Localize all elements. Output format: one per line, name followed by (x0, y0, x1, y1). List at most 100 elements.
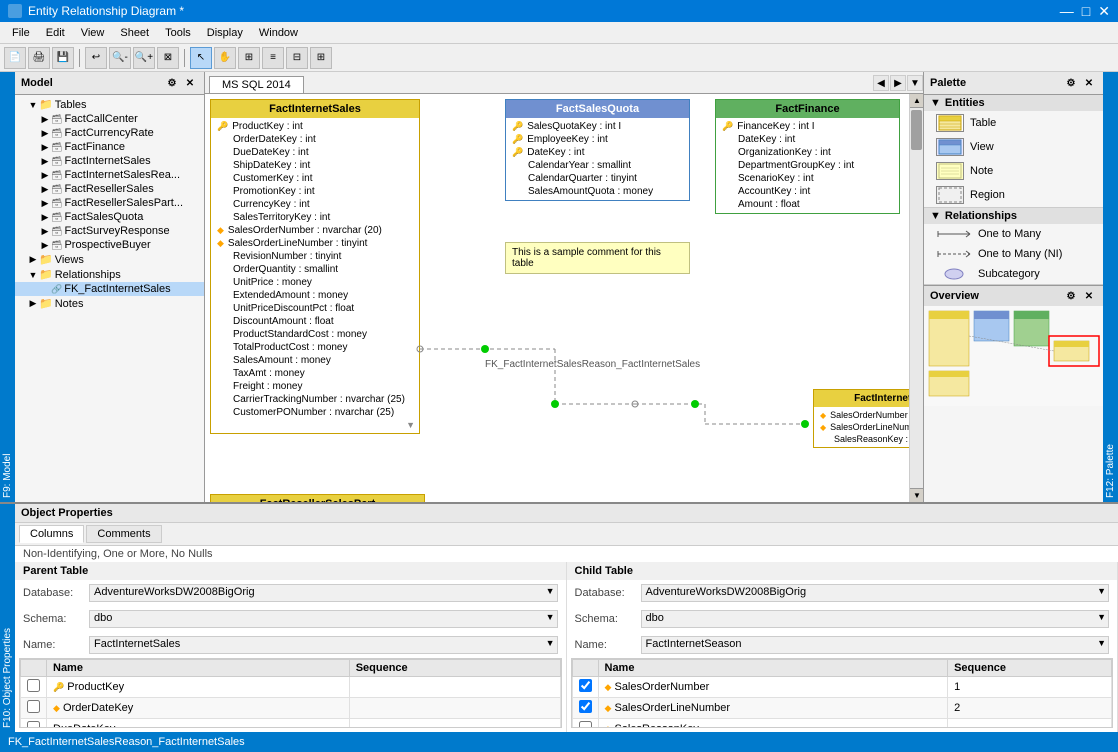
parent-schema-value[interactable]: dbo ▼ (89, 610, 558, 628)
tree-factresellersales[interactable]: ▶ 🗃 FactResellerSales (15, 182, 204, 196)
factinternetsales-expand[interactable]: ▶ (39, 156, 51, 167)
tree-factinternetsales[interactable]: ▶ 🗃 FactInternetSales (15, 154, 204, 168)
palette-settings-btn[interactable]: ⚙ (1063, 75, 1079, 91)
tree-factresellersalespart[interactable]: ▶ 🗃 FactResellerSalesPart... (15, 196, 204, 210)
f9-label[interactable]: F9: Model (0, 72, 15, 502)
factinternetsalesrea-expand[interactable]: ▶ (39, 170, 51, 181)
tree-factcallcenter[interactable]: ▶ 🗃 FactCallCenter (15, 112, 204, 126)
palette-item-note[interactable]: Note (924, 159, 1103, 183)
tree-factsurveyresponse[interactable]: ▶ 🗃 FactSurveyResponse (15, 224, 204, 238)
views-expand-icon[interactable]: ▶ (27, 254, 39, 265)
palette-item-onetomany[interactable]: One to Many (924, 224, 1103, 244)
parent-db-value[interactable]: AdventureWorksDW2008BigOrig ▼ (89, 584, 558, 602)
toolbar-print[interactable]: 🖨 (28, 47, 50, 69)
model-settings-btn[interactable]: ⚙ (164, 75, 180, 91)
scroll-down-btn[interactable]: ▼ (910, 488, 923, 502)
check-cell[interactable] (572, 719, 598, 729)
overview-canvas[interactable] (924, 306, 1103, 406)
prospectivebuyer-expand[interactable]: ▶ (39, 240, 51, 251)
toolbar-pan[interactable]: ✋ (214, 47, 236, 69)
close-button[interactable]: ✕ (1098, 3, 1110, 20)
factresellersalespart-expand[interactable]: ▶ (39, 198, 51, 209)
toolbar-select[interactable]: ↖ (190, 47, 212, 69)
toolbar-distribute[interactable]: ⊟ (286, 47, 308, 69)
check-cell[interactable] (21, 677, 47, 698)
factsalesquota-expand[interactable]: ▶ (39, 212, 51, 223)
toolbar-zoom-fit[interactable]: ⊠ (157, 47, 179, 69)
menu-view[interactable]: View (73, 25, 113, 41)
checkbox-checked[interactable] (579, 700, 592, 713)
check-cell[interactable] (21, 719, 47, 729)
menu-window[interactable]: Window (251, 25, 306, 41)
scroll-up-btn[interactable]: ▲ (910, 94, 923, 108)
child-schema-value[interactable]: dbo ▼ (641, 610, 1110, 628)
tab-nav-menu[interactable]: ▼ (907, 75, 923, 91)
factfinance-expand[interactable]: ▶ (39, 142, 51, 153)
diagram-scrollbar[interactable]: ▲ ▼ (909, 94, 923, 502)
tab-ms-sql-2014[interactable]: MS SQL 2014 (209, 76, 304, 93)
checkbox[interactable] (579, 721, 592, 728)
menu-file[interactable]: File (4, 25, 38, 41)
tree-views-group[interactable]: ▶ 📁 Views (15, 252, 204, 267)
erd-table-factinternetsales[interactable]: FactInternetSales 🔑ProductKey : int Orde… (210, 99, 420, 434)
overview-settings-btn[interactable]: ⚙ (1063, 288, 1079, 304)
tree-notes-group[interactable]: ▶ 📁 Notes (15, 296, 204, 311)
child-db-value[interactable]: AdventureWorksDW2008BigOrig ▼ (641, 584, 1110, 602)
parent-name-value[interactable]: FactInternetSales ▼ (89, 636, 558, 654)
toolbar-grid[interactable]: ⊞ (238, 47, 260, 69)
palette-item-region[interactable]: Region (924, 183, 1103, 207)
tree-factinternetsalesrea[interactable]: ▶ 🗃 FactInternetSalesRea... (15, 168, 204, 182)
palette-item-view[interactable]: View (924, 135, 1103, 159)
overview-close-btn[interactable]: ✕ (1081, 288, 1097, 304)
toolbar-save[interactable]: 💾 (52, 47, 74, 69)
palette-item-onetomany-ni[interactable]: One to Many (NI) (924, 244, 1103, 264)
tree-factsalesquota[interactable]: ▶ 🗃 FactSalesQuota (15, 210, 204, 224)
props-tab-comments[interactable]: Comments (86, 525, 161, 543)
toolbar-new[interactable]: 📄 (4, 47, 26, 69)
tree-tables-group[interactable]: ▼ 📁 Tables (15, 97, 204, 112)
minimize-button[interactable]: — (1060, 3, 1074, 20)
checkbox[interactable] (27, 721, 40, 728)
toolbar-undo[interactable]: ↩ (85, 47, 107, 69)
tree-prospectivebuyer[interactable]: ▶ 🗃 ProspectiveBuyer (15, 238, 204, 252)
maximize-button[interactable]: □ (1082, 3, 1090, 20)
props-tab-columns[interactable]: Columns (19, 525, 84, 543)
tree-factcurrencyrate[interactable]: ▶ 🗃 FactCurrencyRate (15, 126, 204, 140)
tree-fk-factinternetsales[interactable]: 🔗 FK_FactInternetSales (15, 282, 204, 296)
factcallcenter-expand[interactable]: ▶ (39, 114, 51, 125)
diagram-canvas[interactable]: FactInternetSales 🔑ProductKey : int Orde… (205, 94, 923, 502)
factresellersales-expand[interactable]: ▶ (39, 184, 51, 195)
check-cell[interactable] (572, 698, 598, 719)
factcurrencyrate-expand[interactable]: ▶ (39, 128, 51, 139)
toolbar-zoom-out[interactable]: 🔍- (109, 47, 131, 69)
check-cell[interactable] (572, 677, 598, 698)
child-name-value[interactable]: FactInternetSeason ▼ (641, 636, 1110, 654)
f10-label[interactable]: F10: Object Properties (0, 504, 15, 732)
menu-edit[interactable]: Edit (38, 25, 73, 41)
tables-expand-icon[interactable]: ▼ (27, 100, 39, 110)
checkbox-checked[interactable] (579, 679, 592, 692)
menu-tools[interactable]: Tools (157, 25, 199, 41)
tree-factfinance[interactable]: ▶ 🗃 FactFinance (15, 140, 204, 154)
tab-nav-right[interactable]: ▶ (890, 75, 906, 91)
palette-close-btn[interactable]: ✕ (1081, 75, 1097, 91)
notes-expand-icon[interactable]: ▶ (27, 298, 39, 309)
tree-relationships-group[interactable]: ▼ 📁 Relationships (15, 267, 204, 282)
menu-sheet[interactable]: Sheet (112, 25, 157, 41)
palette-item-subcategory[interactable]: Subcategory (924, 264, 1103, 284)
check-cell[interactable] (21, 698, 47, 719)
toolbar-align[interactable]: ≡ (262, 47, 284, 69)
model-close-btn[interactable]: ✕ (182, 75, 198, 91)
tab-nav-left[interactable]: ◀ (873, 75, 889, 91)
title-bar-controls[interactable]: — □ ✕ (1060, 3, 1110, 20)
palette-item-table[interactable]: Table (924, 111, 1103, 135)
toolbar-zoom-in[interactable]: 🔍+ (133, 47, 155, 69)
erd-table-factresellersalespart[interactable]: FactResellerSalesPart 🔑ProductKey : int … (210, 494, 425, 502)
scroll-thumb[interactable] (911, 110, 922, 150)
erd-table-factinternetsalesreason[interactable]: FactInternetSa... ◆SalesOrderNumber :...… (813, 389, 923, 448)
checkbox[interactable] (27, 679, 40, 692)
relationships-expand-icon[interactable]: ▼ (27, 270, 39, 280)
toolbar-layout[interactable]: ⊞ (310, 47, 332, 69)
menu-display[interactable]: Display (199, 25, 251, 41)
checkbox[interactable] (27, 700, 40, 713)
